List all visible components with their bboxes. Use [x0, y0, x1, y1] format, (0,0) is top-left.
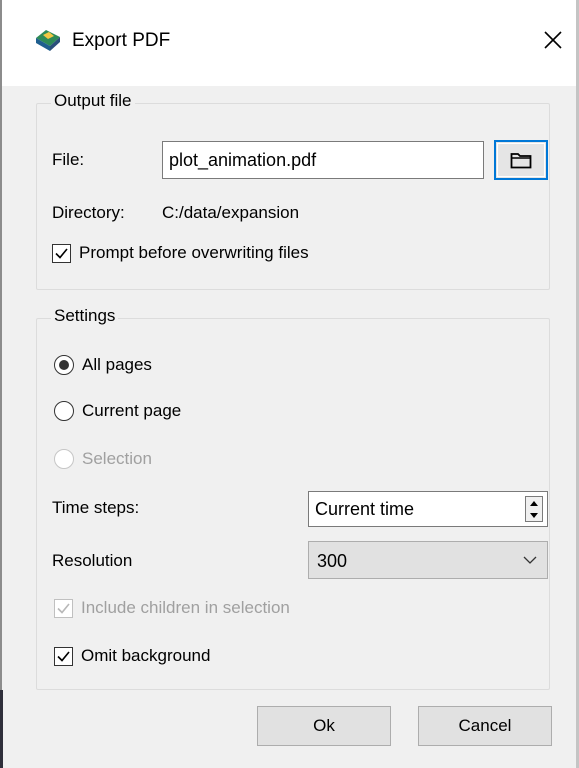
close-icon	[544, 31, 562, 49]
resolution-label: Resolution	[52, 551, 133, 570]
radio-current-page[interactable]: Current page	[54, 401, 181, 421]
resolution-dropdown[interactable]: 300	[308, 541, 548, 579]
radio-all-pages-label: All pages	[82, 355, 152, 374]
radio-current-page-indicator[interactable]	[54, 401, 74, 421]
settings-group-title: Settings	[51, 306, 119, 326]
output-file-group-title: Output file	[51, 91, 135, 111]
time-steps-label: Time steps:	[52, 498, 140, 517]
application-icon	[36, 30, 60, 51]
spin-up-icon	[530, 500, 538, 506]
radio-current-page-label: Current page	[82, 401, 182, 420]
time-steps-spinbox[interactable]: Current time	[308, 491, 548, 527]
omit-background-checkbox-box[interactable]	[54, 646, 73, 666]
cancel-button[interactable]: Cancel	[418, 706, 552, 746]
radio-selection: Selection	[54, 449, 152, 469]
radio-all-pages-indicator[interactable]	[54, 355, 74, 375]
prompt-overwrite-checkbox-box[interactable]	[52, 243, 71, 263]
spin-down-icon	[530, 512, 538, 518]
time-steps-spin-buttons[interactable]	[525, 496, 543, 522]
close-button[interactable]	[536, 22, 570, 58]
include-children-checkbox-box	[54, 598, 73, 618]
window-left-shadow	[0, 690, 3, 768]
time-steps-value: Current time	[315, 499, 415, 519]
file-label: File:	[52, 150, 85, 169]
include-children-checkbox: Include children in selection	[54, 598, 290, 618]
directory-value: C:/data/expansion	[162, 203, 300, 222]
window-title: Export PDF	[72, 30, 171, 51]
radio-all-pages[interactable]: All pages	[54, 355, 152, 375]
chevron-down-icon	[523, 556, 537, 564]
prompt-overwrite-checkbox[interactable]: Prompt before overwriting files	[52, 243, 309, 263]
include-children-label: Include children in selection	[81, 598, 290, 617]
folder-icon	[510, 153, 532, 169]
radio-selection-indicator	[54, 449, 74, 469]
file-name-input[interactable]	[162, 141, 484, 179]
checkmark-icon	[57, 650, 70, 662]
spin-down-button[interactable]	[526, 509, 542, 521]
omit-background-label: Omit background	[81, 646, 211, 665]
prompt-overwrite-label: Prompt before overwriting files	[79, 243, 309, 262]
title-bar[interactable]: Export PDF	[2, 0, 576, 86]
omit-background-checkbox[interactable]: Omit background	[54, 646, 210, 666]
browse-button[interactable]	[494, 140, 548, 180]
spin-up-button[interactable]	[526, 497, 542, 509]
directory-label: Directory:	[52, 203, 125, 222]
radio-selection-label: Selection	[82, 449, 152, 468]
ok-button[interactable]: Ok	[257, 706, 391, 746]
resolution-value: 300	[317, 551, 348, 571]
checkmark-icon	[55, 247, 68, 259]
window-left-edge	[0, 0, 2, 768]
checkmark-icon	[57, 602, 70, 614]
